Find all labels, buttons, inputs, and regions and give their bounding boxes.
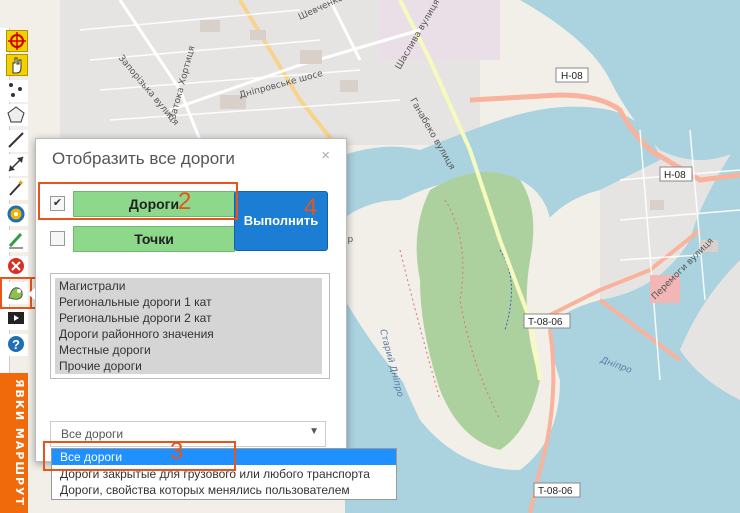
side-panel-tab[interactable]: ЯВКИ МАРШРУТ xyxy=(0,373,28,513)
dialog-pointer xyxy=(28,288,35,300)
list-item[interactable]: Региональные дороги 1 кат xyxy=(59,295,212,309)
magic-icon[interactable]: ✦ xyxy=(6,178,28,200)
points-toggle-button[interactable]: Точки xyxy=(73,226,235,252)
list-item[interactable]: Региональные дороги 2 кат xyxy=(59,311,212,325)
annotation-number-4: 4 xyxy=(304,194,318,221)
svg-text:✦: ✦ xyxy=(17,178,25,188)
list-item[interactable]: Дороги районного значения xyxy=(59,327,214,341)
dialog-title: Отобразить все дороги xyxy=(52,149,235,168)
annotation-number-2: 2 xyxy=(178,188,192,215)
annotation-box-3 xyxy=(43,441,236,471)
list-item[interactable]: Прочие дороги xyxy=(59,359,142,373)
points-checkbox[interactable] xyxy=(50,231,65,246)
pen-icon[interactable] xyxy=(6,130,28,152)
road-shield: T-08-06 xyxy=(533,482,581,498)
list-item[interactable]: Магистрали xyxy=(59,279,125,293)
road-shield: H-08 xyxy=(555,67,589,83)
chevron-down-icon[interactable]: ▼ xyxy=(309,426,319,437)
svg-text:H-08: H-08 xyxy=(664,170,686,181)
road-filter-value: Все дороги xyxy=(61,427,124,441)
road-type-list-selection: Магистрали Региональные дороги 1 кат Рег… xyxy=(55,278,322,374)
svg-text:H-08: H-08 xyxy=(561,71,583,82)
annotation-box-2 xyxy=(38,182,238,220)
crosshair-icon[interactable] xyxy=(6,30,28,52)
close-icon[interactable]: × xyxy=(321,147,330,164)
road-shield: T-08-06 xyxy=(523,313,571,329)
annotation-number-3: 3 xyxy=(170,438,184,465)
road-type-list[interactable]: Магистрали Региональные дороги 1 кат Рег… xyxy=(50,273,330,379)
points-toggle-row[interactable]: Точки xyxy=(50,226,235,252)
dropdown-option[interactable]: Дороги, свойства которых менялись пользо… xyxy=(52,482,396,498)
help-icon[interactable]: ? xyxy=(6,334,28,356)
dropdown-option-label: Дороги, свойства которых менялись пользо… xyxy=(60,483,350,497)
pentagon-icon[interactable] xyxy=(6,104,28,126)
svg-text:T-08-06: T-08-06 xyxy=(528,317,563,328)
svg-text:?: ? xyxy=(12,337,20,352)
pencil-green-icon[interactable] xyxy=(6,230,28,252)
left-toolbar: ✦ ? ЯВКИ МАРШРУТ xyxy=(0,28,30,513)
side-panel-label: ЯВКИ МАРШРУТ xyxy=(13,379,26,508)
svg-text:T-08-06: T-08-06 xyxy=(538,486,573,497)
list-item[interactable]: Местные дороги xyxy=(59,343,151,357)
arrows-icon[interactable] xyxy=(6,154,28,176)
hand-icon[interactable] xyxy=(6,54,28,76)
gear-icon[interactable] xyxy=(6,204,28,226)
road-shield: H-08 xyxy=(659,166,693,182)
film-icon[interactable] xyxy=(6,308,28,330)
cancel-icon[interactable] xyxy=(6,256,28,278)
dots-icon[interactable] xyxy=(6,80,28,102)
